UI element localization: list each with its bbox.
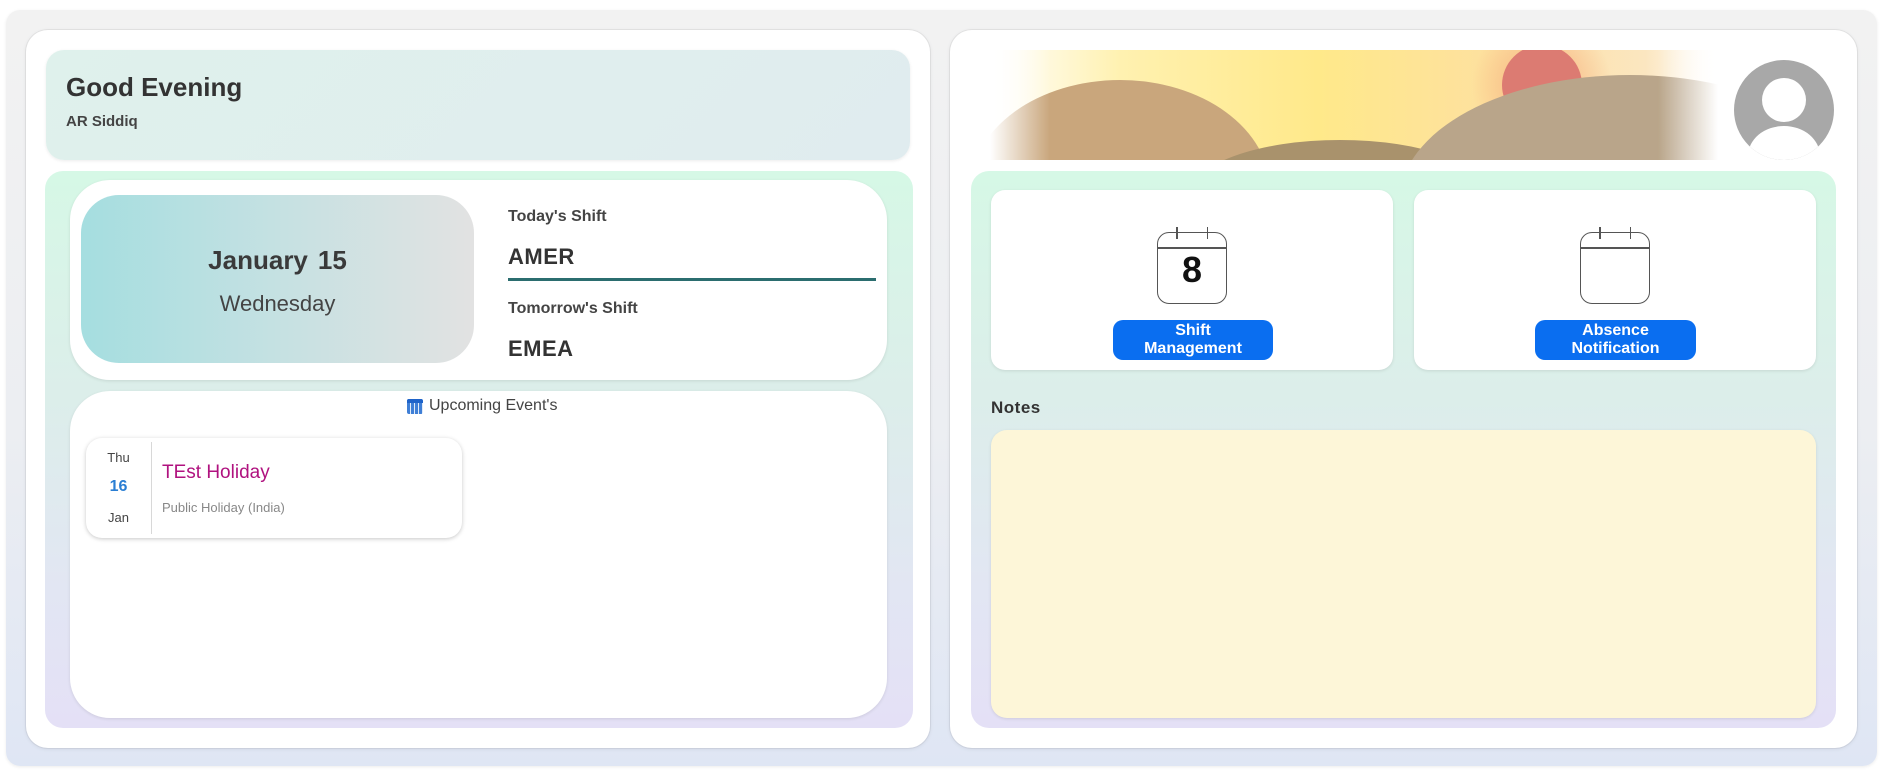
calendar-ring <box>1629 227 1631 239</box>
today-date: January 15 <box>81 245 474 276</box>
upcoming-events-header: Upcoming Event's <box>407 397 557 415</box>
calendar-ring <box>1599 227 1601 239</box>
calendar-ring <box>1176 227 1178 239</box>
event-month: Jan <box>108 510 129 525</box>
user-avatar[interactable] <box>1734 60 1834 160</box>
avatar-head <box>1762 78 1806 122</box>
event-type: Public Holiday (India) <box>162 500 285 515</box>
event-name: TEst Holiday <box>162 462 270 483</box>
upcoming-events-title: Upcoming Event's <box>429 397 558 414</box>
event-date: Thu 16 Jan <box>86 438 151 538</box>
today-month: January <box>208 245 308 275</box>
avatar-body <box>1748 126 1820 160</box>
today-date-box: January 15 Wednesday <box>81 195 474 363</box>
user-name: AR Siddiq <box>66 113 138 130</box>
event-item[interactable]: Thu 16 Jan TEst Holiday Public Holiday (… <box>86 438 462 538</box>
todays-shift-value: AMER <box>508 244 575 269</box>
todays-shift-underline <box>508 278 876 281</box>
event-weekday: Thu <box>107 450 130 465</box>
shift-management-button[interactable]: Shift Management <box>1113 320 1273 360</box>
calendar-ring <box>1206 227 1208 239</box>
absence-notification-tile[interactable]: Absence Notification <box>1414 190 1816 370</box>
todays-shift-label: Today's Shift <box>508 208 607 225</box>
event-day: 16 <box>109 478 128 495</box>
absence-notification-button[interactable]: Absence Notification <box>1535 320 1696 360</box>
calendar-icon <box>1580 227 1650 304</box>
today-weekday: Wednesday <box>219 291 336 316</box>
tomorrows-shift-label: Tomorrow's Shift <box>508 300 638 317</box>
calendar-date-icon: 8 <box>1157 227 1227 304</box>
calendar-icon-number: 8 <box>1181 249 1203 290</box>
event-divider <box>151 442 152 534</box>
header-banner-image <box>990 50 1718 160</box>
today-day: 15 <box>317 245 347 275</box>
notes-textarea[interactable] <box>991 430 1816 718</box>
shift-management-tile[interactable]: 8 Shift Management <box>991 190 1393 370</box>
calendar-rule <box>1581 247 1649 249</box>
tomorrows-shift-value: EMEA <box>508 336 574 361</box>
greeting-panel: Good Evening AR Siddiq <box>46 50 910 160</box>
notes-label: Notes <box>991 398 1041 417</box>
greeting-title: Good Evening <box>66 72 243 102</box>
calendar-icon <box>407 398 423 414</box>
